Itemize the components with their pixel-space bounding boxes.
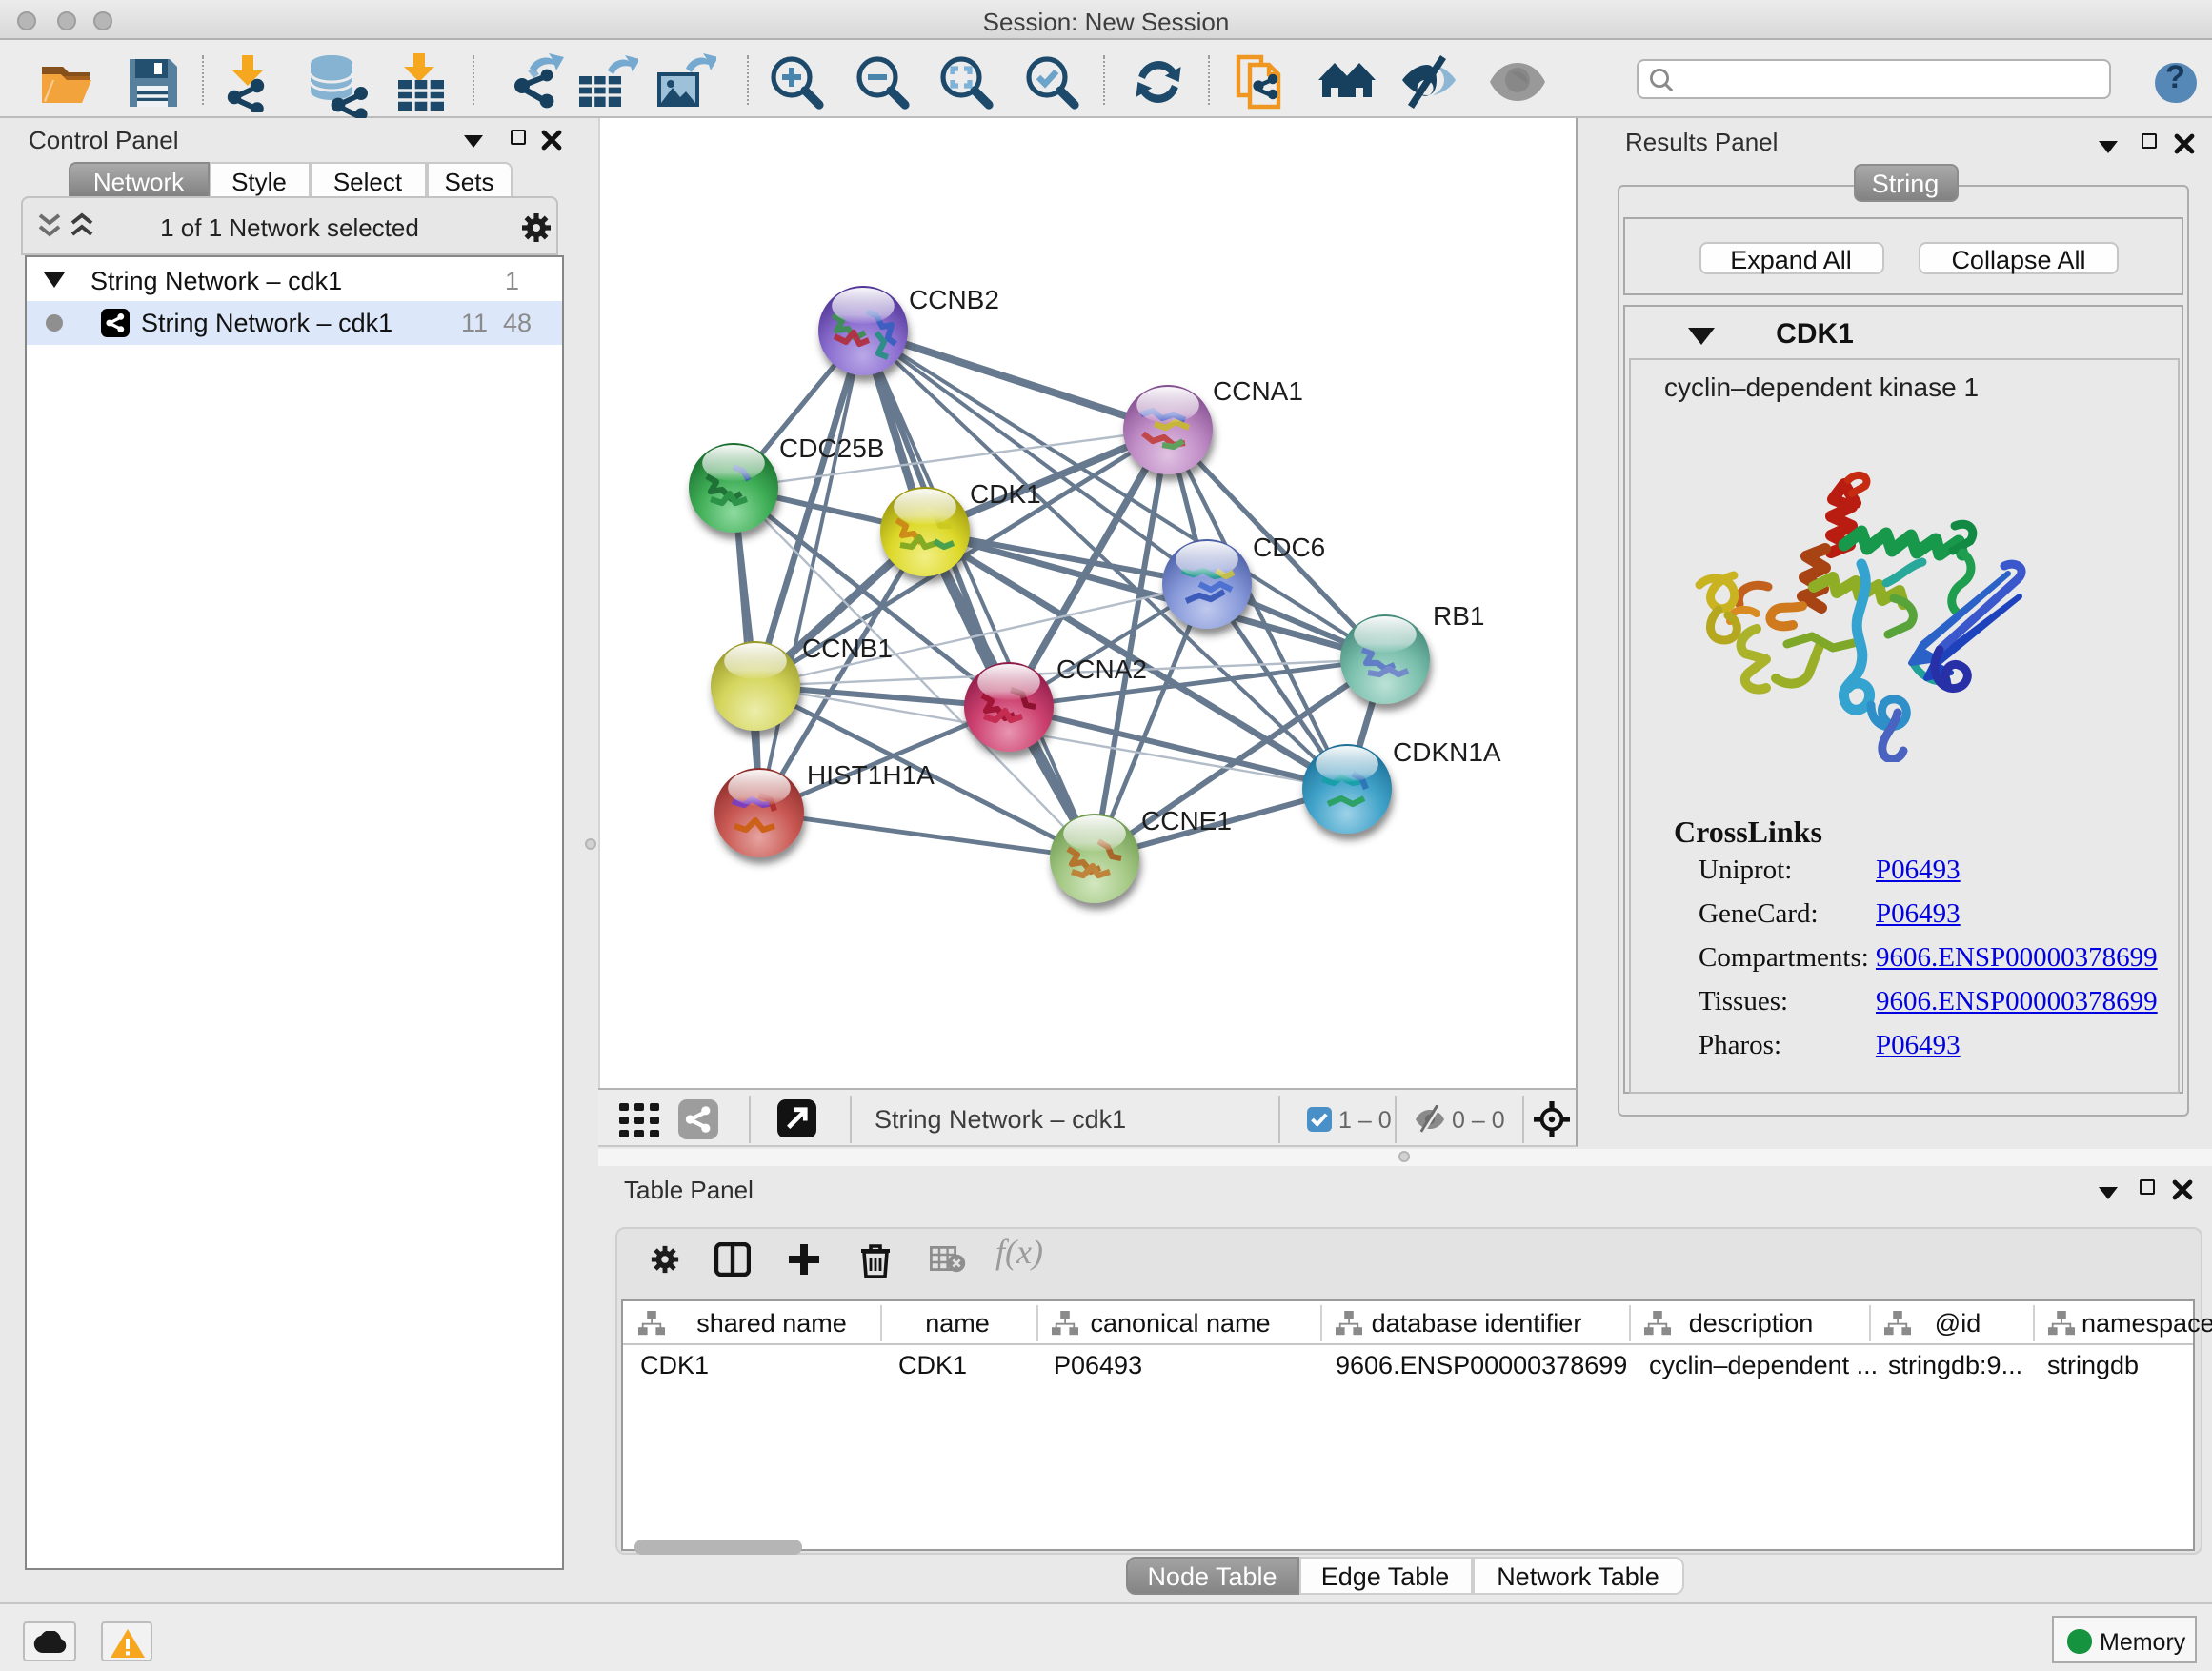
svg-text:CCNA2: CCNA2 (1056, 654, 1147, 684)
svg-text:CCNE1: CCNE1 (1141, 806, 1232, 836)
svg-text:CCNB1: CCNB1 (802, 634, 893, 663)
svg-text:HIST1H1A: HIST1H1A (807, 760, 935, 790)
svg-text:CDKN1A: CDKN1A (1393, 737, 1501, 767)
svg-text:CCNB2: CCNB2 (909, 285, 999, 314)
svg-text:CCNA1: CCNA1 (1213, 376, 1303, 406)
svg-text:CDC25B: CDC25B (779, 433, 884, 463)
svg-text:CDK1: CDK1 (970, 479, 1041, 509)
svg-text:RB1: RB1 (1433, 601, 1484, 631)
svg-text:CDC6: CDC6 (1253, 533, 1325, 562)
